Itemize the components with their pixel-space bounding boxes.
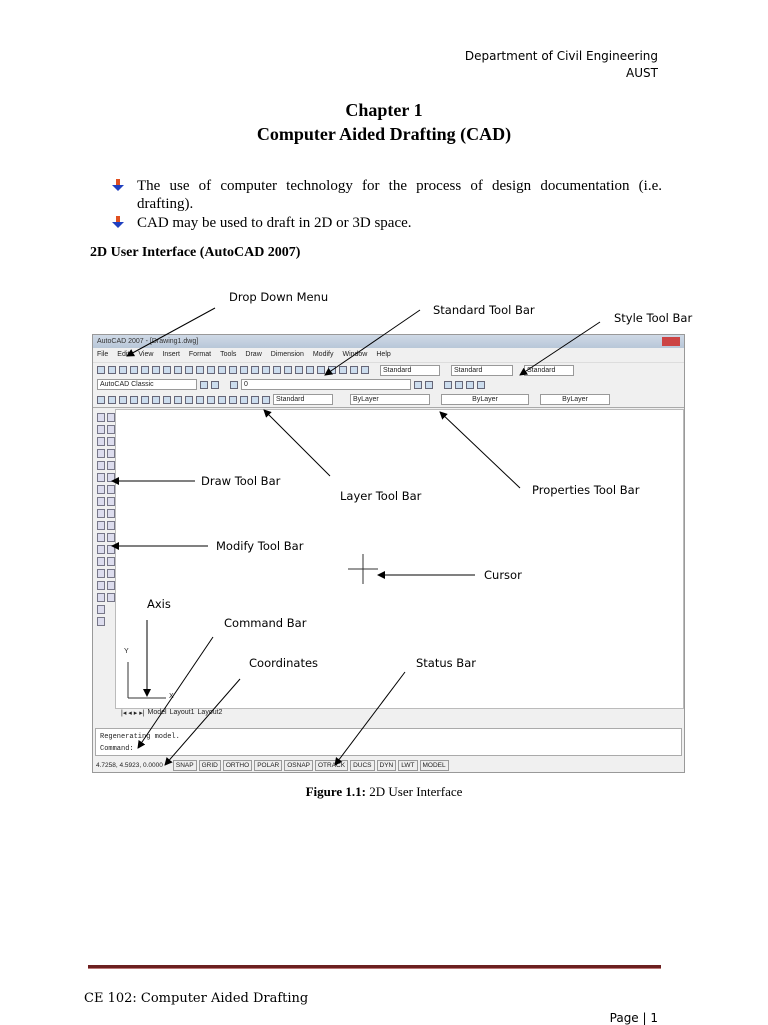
window-title: AutoCAD 2007 - [Drawing1.dwg] (97, 338, 199, 345)
status-grid: GRID (198, 759, 221, 771)
status-model: MODEL (419, 759, 449, 771)
label-cursor: Cursor (484, 568, 522, 582)
menu-dimension: Dimension (270, 351, 304, 358)
axis-x-label: X (169, 693, 174, 700)
label-modify-toolbar: Modify Tool Bar (216, 539, 304, 553)
arrow-down-bullet-icon (112, 216, 124, 228)
figure-caption: Figure 1.1: 2D User Interface (305, 784, 463, 799)
ucs-axis-icon (127, 662, 166, 699)
menu-edit: Edit (117, 351, 130, 358)
menu-draw: Draw (245, 351, 262, 358)
label-coordinates: Coordinates (249, 656, 319, 670)
menu-file: File (97, 351, 109, 358)
dimstyle-dropdown: Standard (273, 394, 333, 405)
layout-tabs: |◂ ◂ ▸ ▸| Model Layout1 Layout2 (121, 709, 223, 717)
bullet-item: The use of computer technology for the p… (112, 177, 662, 213)
menu-window: Window (342, 351, 368, 358)
label-properties-toolbar: Properties Tool Bar (532, 483, 640, 497)
menu-tools: Tools (220, 351, 237, 358)
color-dropdown: ByLayer (350, 394, 430, 405)
label-standard-toolbar: Standard Tool Bar (433, 303, 535, 317)
properties-toolbar: Standard ByLayer ByLayer ByLayer (93, 392, 684, 408)
status-ducs: DUCS (350, 759, 375, 771)
status-snap: SNAP (172, 759, 197, 771)
command-window: Regenerating model. Command: (95, 728, 682, 756)
footer-rule (88, 965, 661, 969)
menu-format: Format (188, 351, 212, 358)
label-draw-toolbar: Draw Tool Bar (201, 474, 281, 488)
menu-insert: Insert (162, 351, 180, 358)
label-drop-down-menu: Drop Down Menu (229, 290, 329, 304)
coordinates-readout: 4.7258, 4.5923, 0.0000 (96, 761, 163, 769)
status-lwt: LWT (398, 759, 418, 771)
page-header: Department of Civil Engineering AUST (465, 48, 658, 82)
window-titlebar: AutoCAD 2007 - [Drawing1.dwg] (93, 335, 684, 348)
chapter-title: Chapter 1 (345, 100, 423, 120)
bullet-item: CAD may be used to draft in 2D or 3D spa… (112, 214, 662, 232)
workspace-dropdown: AutoCAD Classic (97, 379, 197, 390)
layer-toolbar: AutoCAD Classic 0 (93, 377, 684, 392)
status-dyn: DYN (376, 759, 397, 771)
table-style-dropdown: Standard (524, 364, 574, 376)
section-heading: 2D User Interface (AutoCAD 2007) (90, 245, 301, 260)
crosshair-cursor-icon (348, 554, 378, 584)
menu-view: View (138, 351, 154, 358)
status-osnap: OSNAP (284, 759, 313, 771)
axis-y-label: Y (124, 648, 129, 655)
footer-course: CE 102: Computer Aided Drafting (84, 991, 309, 1006)
lineweight-dropdown: ByLayer (540, 394, 610, 405)
department: Department of Civil Engineering (464, 49, 658, 63)
drawing-area: Y X (115, 409, 684, 709)
layer-dropdown: 0 (241, 379, 411, 390)
status-ortho: ORTHO (222, 759, 253, 771)
close-icon (662, 337, 680, 346)
menu-help: Help (376, 351, 391, 358)
autocad-screenshot: AutoCAD 2007 - [Drawing1.dwg] File Edit … (92, 334, 685, 773)
text-style-dropdown: Standard (380, 364, 440, 376)
status-otrack: OTRACK (315, 759, 349, 771)
tab-layout2: Layout2 (197, 709, 223, 716)
label-status-bar: Status Bar (416, 656, 476, 670)
label-command-bar: Command Bar (224, 616, 307, 630)
label-layer-toolbar: Layer Tool Bar (340, 489, 422, 503)
tab-layout1: Layout1 (169, 709, 195, 716)
tab-model: Model (147, 709, 167, 716)
chapter-subject: Computer Aided Drafting (CAD) (256, 124, 512, 144)
command-history: Regenerating model. (100, 733, 180, 741)
status-bar: 4.7258, 4.5923, 0.0000 SNAP GRID ORTHO P… (93, 758, 684, 772)
label-axis: Axis (147, 597, 171, 611)
menu-bar: File Edit View Insert Format Tools Draw … (93, 348, 684, 361)
university: AUST (626, 66, 658, 80)
standard-toolbar: Standard Standard Standard (93, 362, 684, 377)
label-style-toolbar: Style Tool Bar (614, 311, 693, 325)
menu-modify: Modify (312, 351, 334, 358)
command-prompt: Command: (100, 745, 134, 753)
arrow-down-bullet-icon (112, 179, 124, 191)
status-polar: POLAR (254, 759, 283, 771)
page-number: Page | 1 (609, 1011, 658, 1025)
dim-style-dropdown: Standard (451, 364, 513, 376)
linetype-dropdown: ByLayer (441, 394, 529, 405)
